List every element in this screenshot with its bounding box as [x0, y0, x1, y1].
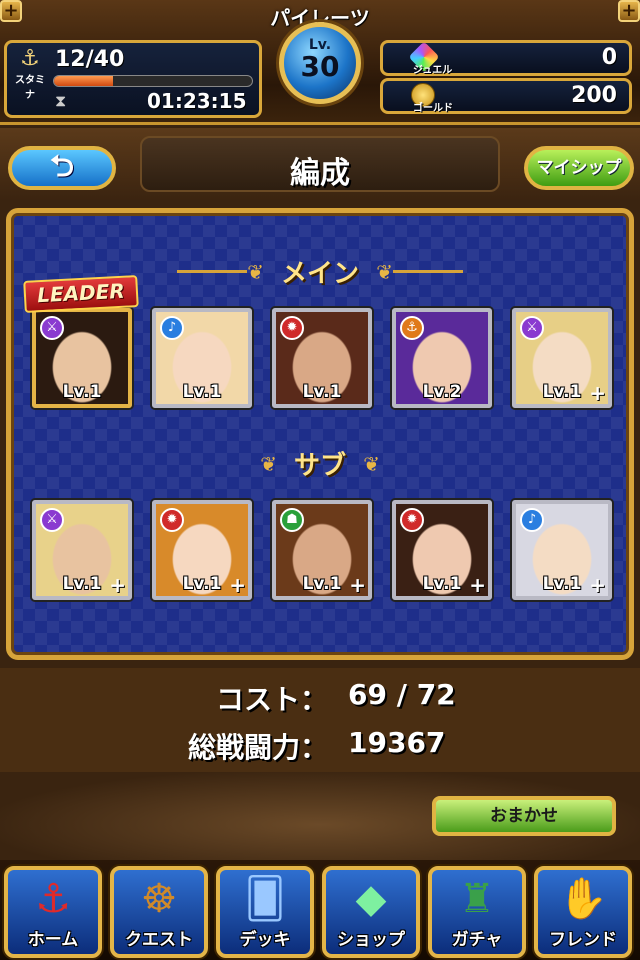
title-plaque: 編成 [140, 136, 500, 192]
character-card[interactable]: ⚔ Lv.1 + [512, 308, 612, 408]
lower-area: おまかせ [0, 772, 640, 860]
leader-card[interactable]: ⚔ Lv.1 [32, 308, 132, 408]
character-card[interactable]: ♪ Lv.1 + [512, 500, 612, 600]
gem-icon: ◆ [355, 876, 387, 922]
gold-panel: ゴールド 200 [380, 78, 632, 114]
nav-label: ショップ [337, 930, 405, 950]
sub-section-title: サブ [293, 451, 346, 481]
nav-friend[interactable]: ✋ フレンド [534, 866, 632, 958]
stamina-icon: ⚓ スタミナ [11, 47, 49, 102]
cannon-attribute-icon: ✹ [160, 508, 184, 532]
note-attribute-icon: ♪ [160, 316, 184, 340]
leader-ribbon: LEADER [23, 275, 139, 313]
gold-label: ゴールド [413, 103, 453, 114]
nav-label: デッキ [239, 930, 291, 950]
stamina-bar-fill [54, 76, 114, 86]
card-plus-marker: + [589, 573, 606, 597]
power-label: 総戦闘力： [187, 731, 328, 764]
ship-wheel-icon: ☸ [141, 876, 177, 922]
card-level: Lv.1 [182, 382, 222, 402]
nav-home[interactable]: ⚓ ホーム [4, 866, 102, 958]
jewel-label: ジュエル [413, 65, 453, 76]
card-level: Lv.1 [302, 382, 342, 402]
gacha-machine-icon: ♜ [459, 876, 495, 922]
level-value: 30 [300, 50, 340, 83]
nav-shop[interactable]: ◆ ショップ [322, 866, 420, 958]
player-level-badge: Lv. 30 [279, 22, 361, 104]
stamina-label: スタミナ [15, 75, 45, 101]
nav-quest[interactable]: ☸ クエスト [110, 866, 208, 958]
card-plus-marker: + [349, 573, 366, 597]
card-plus-marker: + [109, 573, 126, 597]
sword-attribute-icon: ⚔ [40, 508, 64, 532]
sub-section-header: ❦ サブ ❦ [11, 445, 629, 481]
stats-area: コスト： 69 / 72 総戦闘力： 19367 [0, 668, 640, 772]
cards-icon: 🂠 [244, 876, 286, 922]
stamina-timer: 01:23:15 [147, 89, 247, 113]
nav-deck[interactable]: 🂠 デッキ [216, 866, 314, 958]
character-card[interactable]: ♪ Lv.1 [152, 308, 252, 408]
character-card[interactable]: ✹ Lv.1 + [152, 500, 252, 600]
nav-label: ガチャ [451, 930, 503, 950]
stamina-panel: ⚓ スタミナ 12/40 ⧗ 01:23:15 [4, 40, 262, 118]
gold-value: 200 [571, 83, 617, 108]
card-level: Lv.1 [62, 382, 102, 402]
nav-gacha[interactable]: ♜ ガチャ [428, 866, 526, 958]
character-card[interactable]: ✹ Lv.1 [272, 308, 372, 408]
my-ship-button[interactable]: マイシップ [524, 146, 634, 190]
sword-attribute-icon: ⚔ [520, 316, 544, 340]
card-plus-marker: + [589, 381, 606, 405]
jewel-panel: ジュエル 0 [380, 40, 632, 76]
jewel-value: 0 [601, 45, 617, 70]
cannon-attribute-icon: ✹ [280, 316, 304, 340]
handshake-icon: ✋ [558, 876, 608, 922]
stamina-bar [53, 75, 253, 87]
character-card[interactable]: ⚔ Lv.1 + [32, 500, 132, 600]
back-button[interactable]: ⮌ [8, 146, 116, 190]
stamina-value: 12/40 [55, 47, 125, 72]
card-level: Lv.2 [422, 382, 462, 402]
title-bar: ⮌ 編成 マイシップ [0, 128, 640, 200]
bottom-nav: ⚓ ホーム ☸ クエスト 🂠 デッキ ◆ ショップ ♜ ガチャ ✋ フレンド [0, 860, 640, 960]
nav-label: ホーム [27, 930, 79, 950]
power-value: 19367 [348, 726, 446, 759]
cost-label: コスト： [215, 683, 328, 716]
nav-label: フレンド [549, 930, 617, 950]
nav-label: クエスト [125, 930, 193, 950]
character-card[interactable]: ☗ Lv.1 + [272, 500, 372, 600]
cannon-attribute-icon: ✹ [400, 508, 424, 532]
status-header: + + パイレーツ ⚓ スタミナ 12/40 ⧗ 01:23:15 Lv. 30… [0, 0, 640, 125]
main-section-title: メイン [280, 259, 359, 289]
anchor-icon: ⚓ [35, 876, 71, 922]
auto-select-button[interactable]: おまかせ [432, 796, 616, 836]
page-title: 編成 [290, 156, 350, 191]
card-plus-marker: + [469, 573, 486, 597]
cost-value: 69 / 72 [348, 678, 456, 711]
sword-attribute-icon: ⚔ [40, 316, 64, 340]
hat-attribute-icon: ☗ [280, 508, 304, 532]
hourglass-icon: ⧗ [55, 91, 67, 110]
character-card[interactable]: ✹ Lv.1 + [392, 500, 492, 600]
note-attribute-icon: ♪ [520, 508, 544, 532]
anchor-attribute-icon: ⚓ [400, 316, 424, 340]
card-plus-marker: + [229, 573, 246, 597]
character-card[interactable]: ⚓ Lv.2 [392, 308, 492, 408]
